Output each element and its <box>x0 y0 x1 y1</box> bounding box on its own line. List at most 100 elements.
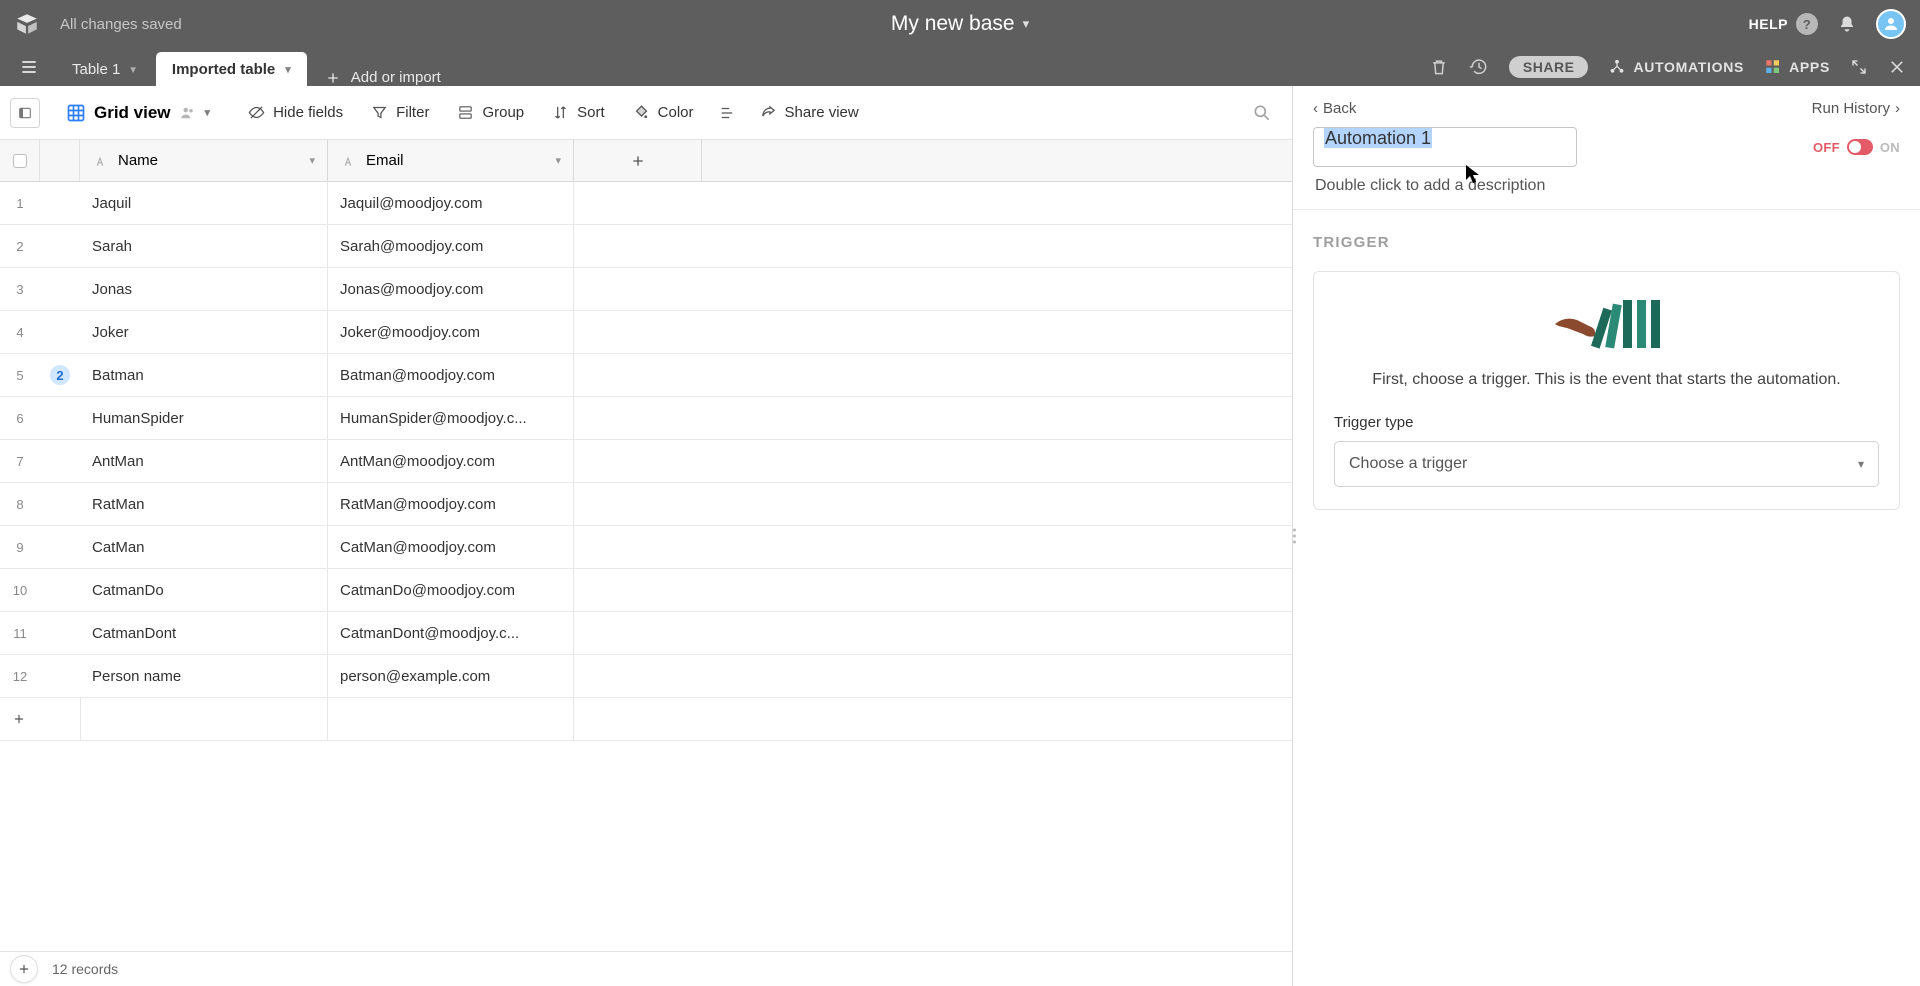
grid-header-row: Name ▾ Email ▾ <box>0 140 1292 182</box>
cell-email[interactable]: Sarah@moodjoy.com <box>328 225 574 267</box>
table-row[interactable]: 5 2 Batman Batman@moodjoy.com <box>0 354 1292 397</box>
filter-button[interactable]: Filter <box>359 98 441 127</box>
add-row-button[interactable] <box>0 698 1292 741</box>
row-expand: 2 <box>40 354 80 396</box>
trigger-select[interactable]: Choose a trigger ▾ <box>1334 441 1879 487</box>
row-expand <box>40 612 80 654</box>
history-button[interactable] <box>1469 57 1489 77</box>
close-panel-button[interactable] <box>1888 58 1906 76</box>
cell-name[interactable]: Sarah <box>80 225 328 267</box>
table-row[interactable]: 11 CatmanDont CatmanDont@moodjoy.c... <box>0 612 1292 655</box>
user-avatar[interactable] <box>1876 9 1906 39</box>
group-button[interactable]: Group <box>445 98 536 127</box>
share-button[interactable]: SHARE <box>1509 56 1589 78</box>
save-status: All changes saved <box>60 16 182 33</box>
cell-email[interactable]: CatmanDont@moodjoy.c... <box>328 612 574 654</box>
table-row[interactable]: 9 CatMan CatMan@moodjoy.com <box>0 526 1292 569</box>
cell-name[interactable]: AntMan <box>80 440 328 482</box>
table-row[interactable]: 1 Jaquil Jaquil@moodjoy.com <box>0 182 1292 225</box>
filter-label: Filter <box>396 104 429 121</box>
cell-email[interactable]: CatMan@moodjoy.com <box>328 526 574 568</box>
hide-fields-button[interactable]: Hide fields <box>236 98 355 127</box>
checkbox-icon <box>13 154 27 168</box>
cell-name[interactable]: Jaquil <box>80 182 328 224</box>
cell-name[interactable]: Joker <box>80 311 328 353</box>
tab-table-1[interactable]: Table 1 ▾ <box>56 52 152 86</box>
cell-name[interactable]: Person name <box>80 655 328 697</box>
grid-icon <box>66 103 86 123</box>
cell-name[interactable]: Batman <box>80 354 328 396</box>
row-height-button[interactable] <box>710 98 744 128</box>
notifications-button[interactable] <box>1838 14 1856 34</box>
run-history-button[interactable]: Run History › <box>1812 100 1900 117</box>
table-row[interactable]: 10 CatmanDo CatmanDo@moodjoy.com <box>0 569 1292 612</box>
select-all-checkbox[interactable] <box>0 140 40 181</box>
trigger-card: First, choose a trigger. This is the eve… <box>1313 271 1900 510</box>
table-row[interactable]: 6 HumanSpider HumanSpider@moodjoy.c... <box>0 397 1292 440</box>
close-icon <box>1888 58 1906 76</box>
column-header-name[interactable]: Name ▾ <box>80 140 328 181</box>
cell-email[interactable]: AntMan@moodjoy.com <box>328 440 574 482</box>
app-logo-icon[interactable] <box>14 11 40 37</box>
header-spacer <box>40 140 80 181</box>
column-header-email[interactable]: Email ▾ <box>328 140 574 181</box>
main-menu-button[interactable] <box>12 50 46 84</box>
table-row[interactable]: 2 Sarah Sarah@moodjoy.com <box>0 225 1292 268</box>
cell-email[interactable]: RatMan@moodjoy.com <box>328 483 574 525</box>
automation-toggle[interactable]: OFF ON <box>1813 139 1900 155</box>
help-label: HELP <box>1749 16 1788 32</box>
back-button[interactable]: ‹ Back <box>1313 100 1356 117</box>
automations-button[interactable]: AUTOMATIONS <box>1608 58 1744 76</box>
search-button[interactable] <box>1252 103 1272 123</box>
expand-button[interactable] <box>1850 58 1868 76</box>
cell-email[interactable]: Joker@moodjoy.com <box>328 311 574 353</box>
add-record-button[interactable] <box>10 955 38 983</box>
view-picker[interactable]: Grid view ▾ <box>56 97 220 129</box>
cell-name[interactable]: Jonas <box>80 268 328 310</box>
sort-button[interactable]: Sort <box>540 98 617 127</box>
base-title[interactable]: My new base ▾ <box>891 12 1029 36</box>
cell-email[interactable]: CatmanDo@moodjoy.com <box>328 569 574 611</box>
help-button[interactable]: HELP ? <box>1749 13 1818 35</box>
chevron-down-icon: ▾ <box>285 63 291 76</box>
comment-count-badge[interactable]: 2 <box>50 365 70 385</box>
row-number: 11 <box>0 612 40 654</box>
cell-email[interactable]: Batman@moodjoy.com <box>328 354 574 396</box>
add-column-button[interactable] <box>574 140 702 181</box>
apps-button[interactable]: APPS <box>1764 58 1830 76</box>
cell-name[interactable]: CatmanDo <box>80 569 328 611</box>
sidebar-icon <box>17 105 33 121</box>
cell-email[interactable]: person@example.com <box>328 655 574 697</box>
add-table-button[interactable]: Add or import <box>311 69 455 86</box>
table-row[interactable]: 12 Person name person@example.com <box>0 655 1292 698</box>
cell-name[interactable]: HumanSpider <box>80 397 328 439</box>
sort-label: Sort <box>577 104 605 121</box>
resize-handle[interactable] <box>1293 529 1296 544</box>
color-button[interactable]: Color <box>621 98 706 127</box>
toggle-sidebar-button[interactable] <box>10 98 40 128</box>
trash-button[interactable] <box>1429 57 1449 77</box>
table-row[interactable]: 8 RatMan RatMan@moodjoy.com <box>0 483 1292 526</box>
row-number: 2 <box>0 225 40 267</box>
menu-icon <box>19 57 39 77</box>
table-row[interactable]: 3 Jonas Jonas@moodjoy.com <box>0 268 1292 311</box>
table-row[interactable]: 4 Joker Joker@moodjoy.com <box>0 311 1292 354</box>
tab-imported-table[interactable]: Imported table ▾ <box>156 52 307 86</box>
share-view-button[interactable]: Share view <box>748 98 871 127</box>
cell-email[interactable]: HumanSpider@moodjoy.c... <box>328 397 574 439</box>
data-grid[interactable]: Name ▾ Email ▾ 1 Jaquil Jaquil@moodjoy.c… <box>0 140 1292 951</box>
back-label: Back <box>1323 100 1356 117</box>
cell-name[interactable]: RatMan <box>80 483 328 525</box>
description-hint[interactable]: Double click to add a description <box>1313 177 1900 195</box>
cell-name[interactable]: CatMan <box>80 526 328 568</box>
table-row[interactable]: 7 AntMan AntMan@moodjoy.com <box>0 440 1292 483</box>
automations-label: AUTOMATIONS <box>1633 59 1744 75</box>
cell-email[interactable]: Jaquil@moodjoy.com <box>328 182 574 224</box>
row-number: 8 <box>0 483 40 525</box>
cell-name[interactable]: CatmanDont <box>80 612 328 654</box>
cell-email[interactable]: Jonas@moodjoy.com <box>328 268 574 310</box>
hide-fields-label: Hide fields <box>273 104 343 121</box>
plus-icon <box>325 70 341 86</box>
automation-name-input[interactable]: Automation 1 <box>1313 127 1577 167</box>
off-label: OFF <box>1813 140 1840 155</box>
